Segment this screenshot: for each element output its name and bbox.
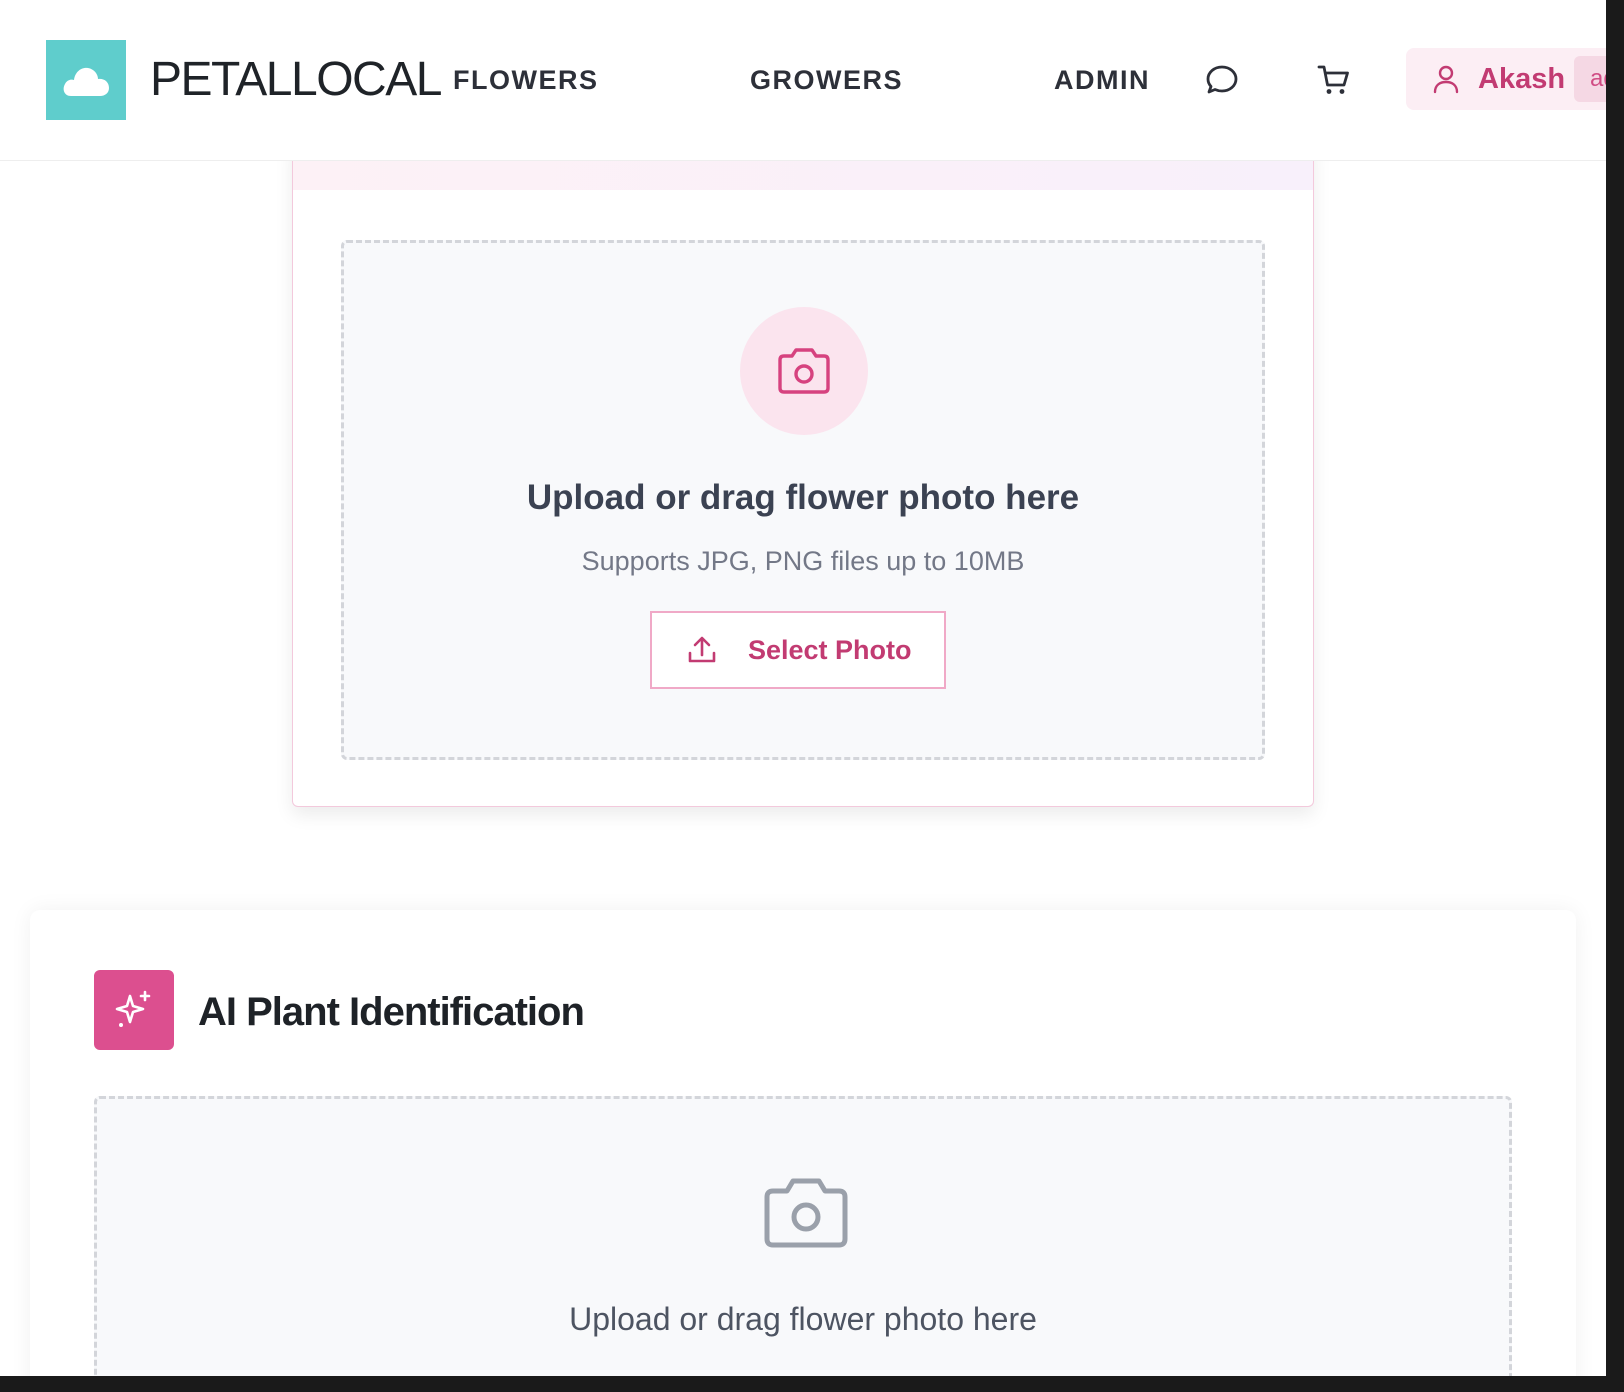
logo[interactable] (46, 40, 126, 120)
shopping-cart-icon (1317, 65, 1349, 94)
cart-button[interactable] (1316, 62, 1352, 98)
ai-dropzone-title: Upload or drag flower photo here (569, 1301, 1037, 1337)
ai-badge (94, 970, 174, 1050)
user-icon (1433, 65, 1459, 94)
camera-icon (764, 1178, 848, 1248)
camera-icon-circle (740, 307, 868, 435)
cloud-icon (63, 67, 109, 96)
role-badge: admin (1574, 56, 1606, 102)
upload-icon (688, 636, 716, 663)
camera-icon (778, 348, 830, 394)
chat-button[interactable] (1204, 62, 1240, 98)
user-menu-button[interactable]: Akash admin (1406, 48, 1606, 110)
nav-link-flowers[interactable]: FLOWERS (453, 64, 599, 96)
chat-bubble-icon (1206, 65, 1238, 94)
ai-identification-section: AI Plant Identification Upload or drag f… (30, 910, 1576, 1376)
dropzone-title: Upload or drag flower photo here (526, 478, 1080, 517)
nav-link-growers[interactable]: GROWERS (750, 64, 903, 96)
sparkles-icon (115, 990, 151, 1027)
upload-card: Upload or drag flower photo here Support… (292, 140, 1314, 807)
brand-name[interactable]: PETALLOCAL (150, 52, 442, 108)
photo-dropzone[interactable]: Upload or drag flower photo here Support… (341, 240, 1265, 760)
top-navbar: PETALLOCAL FLOWERS GROWERS ADMIN Akash a… (0, 0, 1606, 161)
ai-photo-dropzone[interactable]: Upload or drag flower photo here (94, 1096, 1512, 1376)
select-photo-label: Select Photo (748, 635, 912, 665)
app-viewport: PETALLOCAL FLOWERS GROWERS ADMIN Akash a… (0, 0, 1606, 1376)
user-name: Akash (1478, 63, 1566, 95)
section-title: AI Plant Identification (198, 990, 585, 1034)
select-photo-button[interactable]: Select Photo (650, 611, 946, 689)
dropzone-subtitle: Supports JPG, PNG files up to 10MB (581, 546, 1025, 576)
nav-link-admin[interactable]: ADMIN (1054, 64, 1150, 96)
